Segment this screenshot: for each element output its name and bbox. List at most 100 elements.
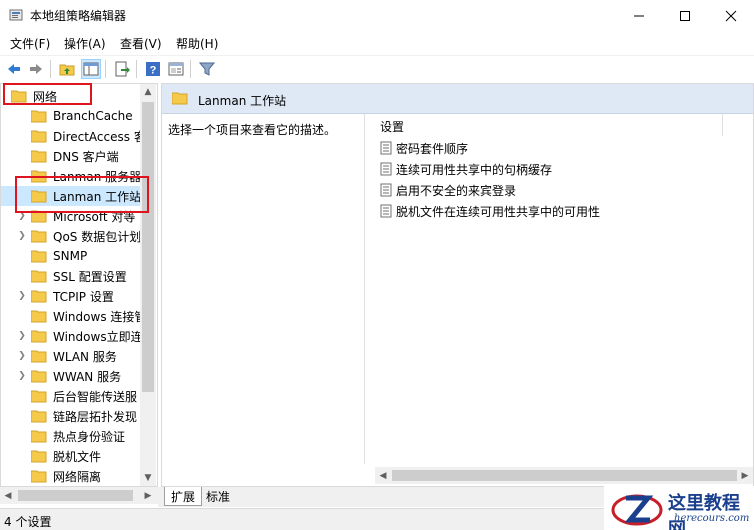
expand-chevron-icon[interactable]: ❯ bbox=[17, 331, 27, 341]
column-divider[interactable] bbox=[722, 114, 723, 136]
tree-item[interactable]: ❯ WWAN 服务 bbox=[1, 366, 141, 386]
close-button[interactable] bbox=[708, 0, 754, 31]
up-folder-icon bbox=[59, 64, 75, 76]
export-list-button[interactable] bbox=[112, 59, 132, 79]
tree-item-label: 链路层拓扑发现 bbox=[53, 409, 138, 424]
tree-item[interactable]: ❯ WLAN 服务 bbox=[1, 346, 141, 366]
tree-item[interactable]: Windows 连接管 bbox=[1, 306, 146, 326]
tree-item-label: TCPIP 设置 bbox=[53, 289, 114, 304]
minimize-button[interactable] bbox=[616, 0, 662, 31]
watermark-url: herecours.com bbox=[674, 513, 750, 524]
tree-item[interactable]: ❯ TCPIP 设置 bbox=[1, 286, 141, 306]
tree-item[interactable]: 后台智能传送服 bbox=[1, 386, 141, 406]
scroll-thumb[interactable] bbox=[18, 490, 133, 501]
folder-icon bbox=[31, 470, 47, 482]
tree-item-label: DirectAccess 客 bbox=[53, 129, 146, 144]
folder-icon bbox=[31, 110, 47, 122]
folder-icon bbox=[172, 92, 188, 105]
folder-icon bbox=[31, 290, 47, 302]
tab-extended[interactable]: 扩展 bbox=[164, 487, 203, 506]
tree-item[interactable]: DNS 客户端 bbox=[1, 146, 141, 166]
folder-icon bbox=[31, 430, 47, 442]
tree-item[interactable]: SSL 配置设置 bbox=[1, 266, 141, 286]
menu-action[interactable]: 操作(A) bbox=[64, 35, 106, 52]
tree-vertical-scrollbar[interactable]: ▲ ▼ bbox=[140, 84, 156, 486]
expand-chevron-icon[interactable]: ❯ bbox=[17, 351, 27, 361]
expand-chevron-icon[interactable]: ❯ bbox=[17, 371, 27, 381]
pane-divider[interactable] bbox=[364, 114, 365, 464]
tree-item[interactable]: Lanman 服务器 bbox=[1, 166, 141, 186]
scroll-down-icon[interactable]: ▼ bbox=[140, 470, 156, 486]
title-bar: 本地组策略编辑器 bbox=[0, 0, 754, 31]
help-button[interactable]: ? bbox=[143, 59, 163, 79]
tree-item-label: QoS 数据包计划 bbox=[53, 229, 142, 244]
setting-item[interactable]: 连续可用性共享中的句柄缓存 bbox=[380, 160, 552, 178]
show-hide-tree-icon bbox=[83, 62, 99, 76]
show-hide-tree-button[interactable] bbox=[81, 59, 101, 79]
policy-setting-icon bbox=[380, 141, 392, 155]
scroll-thumb[interactable] bbox=[142, 102, 154, 392]
menu-view[interactable]: 查看(V) bbox=[120, 35, 162, 52]
scroll-left-icon[interactable]: ◀ bbox=[375, 467, 391, 484]
tree-item-label: Lanman 服务器 bbox=[53, 169, 142, 184]
settings-column-header[interactable]: 设置 bbox=[380, 118, 404, 135]
setting-item[interactable]: 脱机文件在连续可用性共享中的可用性 bbox=[380, 202, 600, 220]
tree-item-label: 网络隔离 bbox=[53, 469, 102, 484]
tab-label: 标准 bbox=[206, 490, 231, 504]
tree-item[interactable]: ❯ QoS 数据包计划 bbox=[1, 226, 141, 246]
properties-button[interactable] bbox=[166, 59, 186, 79]
scroll-thumb[interactable] bbox=[392, 470, 737, 481]
expand-chevron-icon[interactable]: ❯ bbox=[17, 291, 27, 301]
filter-button[interactable] bbox=[197, 59, 217, 79]
tab-standard[interactable]: 标准 bbox=[200, 487, 236, 506]
tree-item-label: 后台智能传送服 bbox=[53, 389, 138, 404]
up-folder-button[interactable] bbox=[57, 59, 77, 79]
folder-icon bbox=[31, 130, 47, 142]
tree-item-label: 热点身份验证 bbox=[53, 429, 126, 444]
filter-icon bbox=[199, 62, 215, 76]
tree-item[interactable]: ❯ Windows立即连 bbox=[1, 326, 142, 346]
tree-horizontal-scrollbar[interactable]: ◀ ▶ bbox=[0, 487, 158, 504]
scroll-left-icon[interactable]: ◀ bbox=[0, 487, 16, 504]
back-button[interactable] bbox=[4, 59, 24, 79]
menu-help[interactable]: 帮助(H) bbox=[176, 35, 218, 52]
forward-button[interactable] bbox=[26, 59, 46, 79]
tree-item[interactable]: 链路层拓扑发现 bbox=[1, 406, 141, 426]
description-text: 选择一个项目来查看它的描述。 bbox=[168, 123, 337, 137]
scroll-right-icon[interactable]: ▶ bbox=[140, 487, 156, 504]
tree-item-label: BranchCache bbox=[53, 109, 133, 123]
tree-item[interactable]: 脱机文件 bbox=[1, 446, 141, 466]
scroll-up-icon[interactable]: ▲ bbox=[140, 84, 156, 100]
folder-icon bbox=[31, 150, 47, 162]
tree-item-label: Lanman 工作站 bbox=[53, 189, 142, 204]
folder-icon bbox=[31, 310, 47, 322]
close-icon bbox=[725, 10, 737, 21]
maximize-button[interactable] bbox=[662, 0, 708, 31]
tree-item[interactable]: Lanman 工作站 bbox=[1, 186, 141, 206]
folder-icon bbox=[31, 350, 47, 362]
tree-item[interactable]: ❯ Microsoft 对等 bbox=[1, 206, 141, 226]
tree-item[interactable]: 网络隔离 bbox=[1, 466, 141, 486]
tree-item[interactable]: SNMP bbox=[1, 246, 141, 266]
tab-label: 扩展 bbox=[171, 489, 196, 504]
details-title: Lanman 工作站 bbox=[198, 94, 287, 108]
tree-item[interactable]: DirectAccess 客 bbox=[1, 126, 146, 146]
menu-file[interactable]: 文件(F) bbox=[10, 35, 50, 52]
tree-item-label: WLAN 服务 bbox=[53, 349, 117, 364]
details-horizontal-scrollbar[interactable]: ◀ ▶ bbox=[375, 467, 753, 484]
expand-chevron-icon[interactable]: ❯ bbox=[17, 211, 27, 221]
export-list-icon bbox=[115, 61, 130, 77]
expand-chevron-icon[interactable]: ❯ bbox=[17, 231, 27, 241]
status-text: 4 个设置 bbox=[4, 515, 52, 529]
setting-item[interactable]: 启用不安全的来宾登录 bbox=[380, 181, 516, 199]
tree-item[interactable]: BranchCache bbox=[1, 106, 141, 126]
scroll-right-icon[interactable]: ▶ bbox=[737, 467, 753, 484]
tree-item-label: DNS 客户端 bbox=[53, 149, 119, 164]
tree-item[interactable]: 热点身份验证 bbox=[1, 426, 141, 446]
tree-item-network[interactable]: 网络 bbox=[1, 86, 141, 106]
toolbar: ? bbox=[0, 55, 754, 81]
policy-editor-icon bbox=[9, 9, 23, 21]
policy-setting-icon bbox=[380, 162, 392, 176]
setting-item[interactable]: 密码套件顺序 bbox=[380, 139, 468, 157]
tree-item-label: 网络 bbox=[33, 89, 58, 104]
